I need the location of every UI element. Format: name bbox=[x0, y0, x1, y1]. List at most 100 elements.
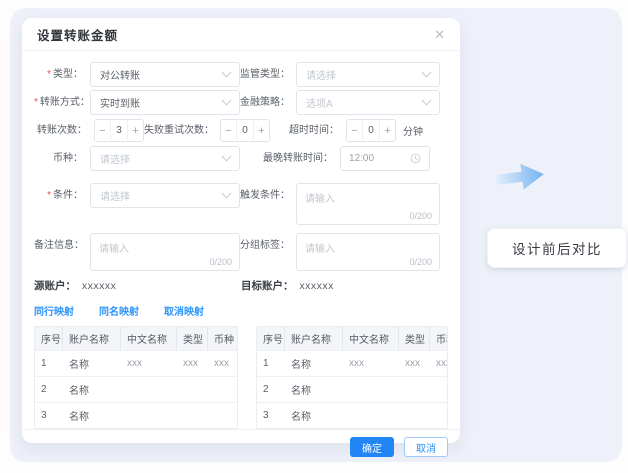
cell bbox=[430, 385, 447, 395]
table-header-row: 序号 账户名称 中文名称 类型 币种 bbox=[35, 327, 237, 350]
cell: 名称 bbox=[285, 377, 343, 402]
cell: 名称 bbox=[63, 377, 121, 402]
trigger-condition-placeholder: 请输入 bbox=[305, 194, 335, 205]
header-currency: 币种 bbox=[208, 327, 237, 350]
cell: 2 bbox=[35, 379, 63, 400]
cell bbox=[208, 385, 237, 395]
remark-textarea[interactable]: 请输入 0/200 bbox=[90, 233, 240, 271]
cell: xxx bbox=[430, 353, 447, 374]
plus-button[interactable]: + bbox=[380, 120, 395, 141]
cell: xxx bbox=[177, 353, 208, 374]
cell bbox=[121, 411, 177, 421]
supervision-type-select[interactable]: 请选择 bbox=[296, 62, 440, 87]
type-select[interactable]: 对公转账 bbox=[90, 62, 240, 87]
group-tag-counter: 0/200 bbox=[409, 257, 432, 267]
modal-footer: 确定 取消 bbox=[22, 429, 460, 457]
cancel-mapping-link[interactable]: 取消映射 bbox=[164, 303, 204, 318]
cell: xxx bbox=[399, 353, 430, 374]
minus-button[interactable]: − bbox=[347, 120, 362, 141]
currency-select[interactable]: 请选择 bbox=[90, 146, 240, 171]
modal-title: 设置转账金额 bbox=[37, 25, 118, 44]
cell bbox=[208, 411, 237, 421]
chevron-down-icon bbox=[422, 96, 432, 106]
cell: 1 bbox=[35, 353, 63, 374]
form-row-remark: 备注信息： 请输入 0/200 分组标签： 请输入 0/200 bbox=[34, 233, 448, 271]
group-tag-placeholder: 请输入 bbox=[305, 244, 335, 255]
header-account-name: 账户名称 bbox=[285, 327, 343, 350]
transfer-settings-modal: 设置转账金额 ✕ *类型： 对公转账 监管类型： 请选择 *转账方式： 实时到账… bbox=[22, 18, 460, 443]
cell: 名称 bbox=[63, 403, 121, 428]
finance-strategy-label: 金融策略： bbox=[240, 90, 296, 115]
trigger-condition-textarea[interactable]: 请输入 0/200 bbox=[296, 183, 440, 225]
minus-button[interactable]: − bbox=[95, 120, 110, 141]
supervision-type-label: 监管类型： bbox=[240, 62, 296, 87]
plus-button[interactable]: + bbox=[128, 120, 143, 141]
remark-label: 备注信息： bbox=[34, 233, 90, 258]
target-account-label: 目标账户： bbox=[241, 280, 294, 292]
table-row[interactable]: 1 名称 xxx xxx xxx bbox=[257, 350, 447, 376]
retry-count-label: 失败重试次数： bbox=[144, 118, 220, 143]
header-account-name: 账户名称 bbox=[63, 327, 121, 350]
cell: 2 bbox=[257, 379, 285, 400]
cell bbox=[177, 385, 208, 395]
chevron-down-icon bbox=[222, 96, 232, 106]
chevron-down-icon bbox=[222, 152, 232, 162]
same-name-mapping-link[interactable]: 同名映射 bbox=[99, 303, 139, 318]
trigger-condition-counter: 0/200 bbox=[409, 211, 432, 221]
target-account-value: xxxxxx bbox=[299, 280, 334, 292]
accounts-row: 源账户： xxxxxx 目标账户： xxxxxx bbox=[34, 278, 448, 293]
header-chinese-name: 中文名称 bbox=[121, 327, 177, 350]
form-row-type: *类型： 对公转账 监管类型： 请选择 bbox=[34, 62, 448, 87]
form-row-method: *转账方式： 实时到账 金融策略： 选项A bbox=[34, 90, 448, 115]
cell: xxx bbox=[121, 353, 177, 374]
type-select-value: 对公转账 bbox=[100, 67, 140, 82]
table-row[interactable]: 3 名称 bbox=[35, 402, 237, 428]
table-row[interactable]: 2 名称 bbox=[257, 376, 447, 402]
cell: xxx bbox=[343, 353, 399, 374]
latest-time-value: 12:00 bbox=[349, 153, 374, 164]
retry-count-stepper[interactable]: − 0 + bbox=[220, 119, 270, 142]
chevron-down-icon bbox=[422, 68, 432, 78]
table-row[interactable]: 3 名称 bbox=[257, 402, 447, 428]
group-tag-label: 分组标签： bbox=[240, 233, 296, 258]
cell bbox=[399, 385, 430, 395]
mapping-links: 同行映射 同名映射 取消映射 bbox=[34, 303, 448, 318]
table-row[interactable]: 2 名称 bbox=[35, 376, 237, 402]
condition-label-text: 条件： bbox=[53, 190, 83, 201]
form-row-currency: 币种： 请选择 最晚转账时间： 12:00 bbox=[34, 146, 448, 171]
source-account-label: 源账户： bbox=[34, 280, 76, 292]
timeout-stepper[interactable]: − 0 + bbox=[346, 119, 396, 142]
transfer-count-value: 3 bbox=[110, 120, 128, 141]
cell bbox=[121, 385, 177, 395]
timeout-label: 超时时间： bbox=[270, 118, 346, 143]
clock-icon bbox=[410, 153, 421, 164]
target-account-table: 序号 账户名称 中文名称 类型 币种 1 名称 xxx xxx xxx 2 名称 bbox=[256, 326, 448, 429]
transfer-method-select[interactable]: 实时到账 bbox=[90, 90, 240, 115]
confirm-button[interactable]: 确定 bbox=[350, 437, 394, 457]
target-account: 目标账户： xxxxxx bbox=[241, 278, 448, 293]
same-bank-mapping-link[interactable]: 同行映射 bbox=[34, 303, 74, 318]
plus-button[interactable]: + bbox=[254, 120, 269, 141]
cell: 3 bbox=[35, 405, 63, 426]
minus-button[interactable]: − bbox=[221, 120, 236, 141]
table-row[interactable]: 1 名称 xxx xxx xxx bbox=[35, 350, 237, 376]
close-icon[interactable]: ✕ bbox=[434, 28, 445, 41]
latest-time-input[interactable]: 12:00 bbox=[340, 146, 430, 171]
group-tag-textarea[interactable]: 请输入 0/200 bbox=[296, 233, 440, 271]
transfer-method-value: 实时到账 bbox=[100, 95, 140, 110]
cell bbox=[430, 411, 447, 421]
cell: 3 bbox=[257, 405, 285, 426]
supervision-type-placeholder: 请选择 bbox=[306, 67, 336, 82]
cell: 名称 bbox=[285, 351, 343, 376]
finance-strategy-select[interactable]: 选项A bbox=[296, 90, 440, 115]
form-row-counts: 转账次数： − 3 + 失败重试次数： − 0 + 超时时间： − 0 + 分钟 bbox=[34, 118, 448, 143]
transfer-method-label: *转账方式： bbox=[34, 90, 90, 115]
transfer-count-stepper[interactable]: − 3 + bbox=[94, 119, 144, 142]
modal-header: 设置转账金额 ✕ bbox=[22, 18, 460, 51]
header-index: 序号 bbox=[257, 327, 285, 350]
condition-select[interactable]: 请选择 bbox=[90, 183, 240, 208]
cancel-button[interactable]: 取消 bbox=[404, 437, 448, 457]
remark-counter: 0/200 bbox=[209, 257, 232, 267]
modal-body: *类型： 对公转账 监管类型： 请选择 *转账方式： 实时到账 金融策略： 选项… bbox=[22, 51, 460, 429]
type-label-text: 类型： bbox=[53, 69, 83, 80]
